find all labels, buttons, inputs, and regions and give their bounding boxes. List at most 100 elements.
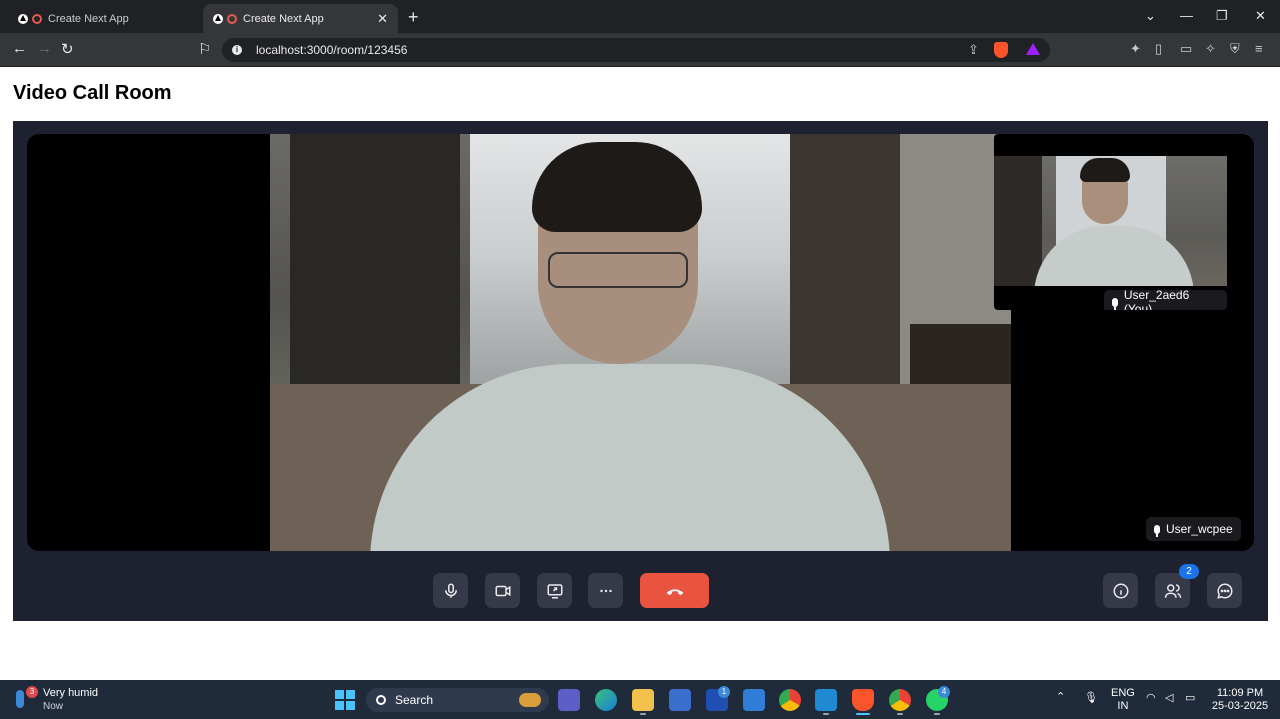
remote-user-name: User_wcpee <box>1166 522 1233 536</box>
camera-button[interactable] <box>485 573 520 608</box>
back-arrow-icon[interactable]: ← <box>12 40 27 57</box>
browser-tab[interactable]: Create Next App <box>8 4 200 33</box>
chat-icon <box>1216 582 1232 599</box>
close-tab-icon[interactable]: ✕ <box>377 11 388 27</box>
browser-tab-bar: Create Next App Create Next App ✕ + ⌄ — … <box>0 0 1280 33</box>
video-camera-icon <box>495 585 510 596</box>
pip-background-curtain <box>994 156 1042 286</box>
remote-video <box>270 134 1011 551</box>
weather-subtext: Now <box>43 701 64 712</box>
chrome-profile-icon[interactable] <box>889 689 911 711</box>
more-dots-icon <box>599 589 612 592</box>
video-call-room: User_wcpee User_2aed6 (You) 2 <box>13 121 1268 621</box>
teams-icon[interactable] <box>558 689 580 711</box>
nextjs-favicon-icon <box>18 13 28 24</box>
menu-icon[interactable]: ≡ <box>1255 41 1263 56</box>
weather-text: Very humid <box>43 687 99 699</box>
search-label: Search <box>395 693 434 707</box>
local-user-tag: User_2aed6 (You) <box>1104 288 1227 310</box>
leo-ai-icon[interactable]: ✧ <box>1205 41 1216 57</box>
outlook-badge: 1 <box>718 686 730 698</box>
language-top: ENG <box>1111 687 1135 699</box>
windows-start-icon[interactable] <box>335 690 355 710</box>
active-indicator <box>856 713 870 715</box>
battery-icon[interactable]: ▭ <box>1185 692 1195 705</box>
local-user-name: User_2aed6 (You) <box>1123 288 1190 310</box>
running-indicator <box>897 713 903 715</box>
volume-icon[interactable]: ◁ <box>1165 692 1173 705</box>
microphone-tray-icon[interactable]: 🎙︎ <box>1084 692 1098 705</box>
clock[interactable]: 11:09 PM 25-03-2025 <box>1210 687 1270 713</box>
site-info-icon[interactable]: i <box>232 45 242 55</box>
chrome-icon[interactable] <box>779 689 801 711</box>
language-bottom: IN <box>1117 700 1129 712</box>
search-highlight-icon <box>519 693 541 707</box>
search-icon <box>376 695 386 705</box>
recording-icon <box>32 13 42 24</box>
recording-icon <box>227 13 237 24</box>
azure-data-studio-icon[interactable] <box>743 689 765 711</box>
brave-icon[interactable] <box>852 689 874 711</box>
show-hidden-icons-chevron-icon[interactable]: ⌃ <box>1056 691 1065 704</box>
local-person-hair <box>1080 158 1130 182</box>
tab-search-chevron-icon[interactable]: ⌄ <box>1145 8 1156 24</box>
video-background-left <box>290 134 460 414</box>
file-explorer-icon[interactable] <box>632 689 654 711</box>
wallet-icon[interactable]: ▭ <box>1180 41 1192 57</box>
maximize-icon[interactable]: ❐ <box>1216 8 1228 24</box>
vpn-icon[interactable]: ⛨ <box>1230 41 1240 57</box>
microphone-icon <box>1112 297 1118 310</box>
running-indicator <box>640 713 646 715</box>
bookmark-icon[interactable]: ⚐ <box>198 40 211 58</box>
weather-badge: 3 <box>26 686 38 698</box>
remote-person-hair <box>532 142 702 232</box>
whatsapp-badge: 4 <box>938 686 950 698</box>
windows-taskbar: 3 Very humid Now Search 1 4 ⌃ 🎙︎ ENG IN … <box>0 680 1280 719</box>
reload-icon[interactable]: ↻ <box>61 40 74 58</box>
remote-person-glasses <box>548 252 688 288</box>
language-indicator[interactable]: ENG IN <box>1111 687 1135 713</box>
participants-icon <box>1164 583 1181 598</box>
new-tab-icon[interactable]: + <box>408 7 419 28</box>
minimize-icon[interactable]: — <box>1180 8 1193 23</box>
thermometer-icon <box>16 690 24 708</box>
browser-toolbar: ← → ↻ ⚐ i localhost:3000/room/123456 ⇪ ✦… <box>0 33 1280 67</box>
address-bar[interactable]: i localhost:3000/room/123456 ⇪ <box>222 38 1050 62</box>
participants-count-badge: 2 <box>1179 564 1199 579</box>
more-options-button[interactable] <box>588 573 623 608</box>
browser-tab-active[interactable]: Create Next App ✕ <box>203 4 398 33</box>
sidebar-icon[interactable]: ▯ <box>1155 41 1162 57</box>
page-title: Video Call Room <box>13 82 172 104</box>
local-video-tile[interactable]: User_2aed6 (You) <box>994 134 1227 310</box>
url-text[interactable]: localhost:3000/room/123456 <box>256 43 407 57</box>
microphone-icon <box>1154 524 1160 537</box>
phone-hangup-icon <box>666 588 683 595</box>
tab-title: Create Next App <box>243 12 324 25</box>
info-icon <box>1113 583 1128 598</box>
microphone-button[interactable] <box>433 573 468 608</box>
clock-date: 25-03-2025 <box>1211 700 1269 712</box>
running-indicator <box>934 713 940 715</box>
share-icon[interactable]: ⇪ <box>968 42 979 58</box>
tab-title: Create Next App <box>48 12 129 25</box>
screen-share-icon <box>547 583 562 598</box>
forward-arrow-icon[interactable]: → <box>37 40 52 57</box>
leave-call-button[interactable] <box>640 573 709 608</box>
meeting-info-button[interactable] <box>1103 573 1138 608</box>
extensions-icon[interactable]: ✦ <box>1130 41 1141 57</box>
vscode-icon[interactable] <box>815 689 837 711</box>
clock-time: 11:09 PM <box>1216 687 1264 699</box>
close-window-icon[interactable]: ✕ <box>1255 8 1266 24</box>
nextjs-favicon-icon <box>213 13 223 24</box>
local-video <box>994 156 1227 286</box>
brave-shields-icon[interactable] <box>994 42 1008 58</box>
taskbar-search[interactable]: Search <box>366 688 549 712</box>
brave-rewards-icon[interactable] <box>1026 43 1040 55</box>
microsoft-store-icon[interactable] <box>669 689 691 711</box>
screen-share-button[interactable] <box>537 573 572 608</box>
wifi-icon[interactable]: ◠ <box>1146 692 1156 705</box>
edge-icon[interactable] <box>595 689 617 711</box>
remote-user-tag: User_wcpee <box>1146 517 1241 541</box>
running-indicator <box>823 713 829 715</box>
chat-button[interactable] <box>1207 573 1242 608</box>
